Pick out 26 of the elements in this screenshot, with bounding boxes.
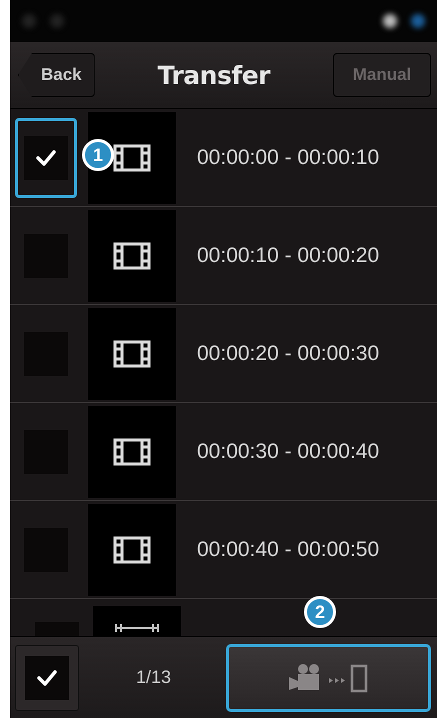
camera-to-phone-icon <box>288 662 368 694</box>
time-range: 00:00:40 - 00:00:50 <box>197 538 380 562</box>
back-button[interactable]: Back <box>18 53 95 97</box>
film-icon <box>112 142 152 172</box>
checkmark-icon <box>37 670 57 686</box>
transfer-button[interactable] <box>226 644 431 712</box>
select-all-checkbox[interactable] <box>15 644 79 710</box>
callout-number: 2 <box>304 596 336 628</box>
blurred-status-icon <box>383 14 397 28</box>
checkbox[interactable] <box>35 622 79 636</box>
blurred-status-icon <box>22 14 36 28</box>
blurred-status-icon <box>50 14 64 28</box>
film-icon <box>112 436 152 466</box>
checkbox[interactable] <box>24 136 68 180</box>
screen-title: Transfer <box>158 60 270 90</box>
time-range: 00:00:30 - 00:00:40 <box>197 440 380 464</box>
time-range: 00:00:20 - 00:00:30 <box>197 342 380 366</box>
film-icon <box>112 534 152 564</box>
time-range: 00:00:10 - 00:00:20 <box>197 244 380 268</box>
blurred-status-icon <box>411 14 425 28</box>
film-strip-icon <box>115 624 159 632</box>
selection-count: 1/13 <box>136 667 172 688</box>
time-range: 00:00:00 - 00:00:10 <box>197 146 380 170</box>
film-icon <box>112 240 152 270</box>
checkmark-icon <box>36 150 56 166</box>
film-icon <box>112 338 152 368</box>
